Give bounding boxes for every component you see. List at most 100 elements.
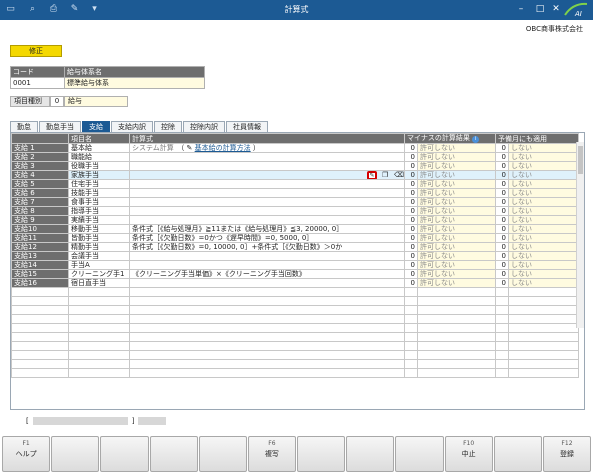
table-row[interactable]: 支給 9 実績手当 0 許可しない 0 しない [11, 215, 579, 225]
plan-value: しない [508, 161, 579, 171]
negative-code[interactable]: 0 [404, 233, 418, 243]
table-row[interactable]: 支給10 移動手当 条件式［《給与処理月》≧11または《給与処理月》≦3, 2000… [11, 224, 579, 234]
negative-code[interactable]: 0 [404, 206, 418, 216]
negative-code[interactable]: 0 [404, 179, 418, 189]
table-row[interactable]: 支給 1 基本給 システム計算 （ ✎ 基本給の計算方法 ） 0 許可しない 0 しない [11, 143, 579, 153]
item-type-code[interactable]: 0 [50, 96, 64, 107]
tab-attendance[interactable]: 勤怠 [10, 121, 38, 132]
plan-code[interactable]: 0 [495, 269, 509, 279]
pencil-icon[interactable]: ✎ [367, 171, 377, 179]
negative-code[interactable]: 0 [404, 269, 418, 279]
plan-code[interactable]: 0 [495, 143, 509, 153]
fkey-blank[interactable] [149, 436, 198, 472]
tab-payment[interactable]: 支給 [82, 121, 110, 132]
formula-cell[interactable] [129, 188, 405, 198]
formula-cell[interactable]: ✎ ❐ ⌫ [129, 170, 405, 180]
fkey-blank[interactable] [100, 436, 149, 472]
tab-deduction[interactable]: 控除 [154, 121, 182, 132]
minimize-icon[interactable]: – [513, 2, 529, 17]
negative-code[interactable]: 0 [404, 260, 418, 270]
fkey-f1[interactable]: F1 ヘルプ [2, 436, 51, 472]
plan-code[interactable]: 0 [495, 170, 509, 180]
tab-employee-info[interactable]: 社員情報 [226, 121, 268, 132]
vertical-scrollbar[interactable] [576, 142, 584, 328]
formula-cell[interactable]: 《クリーニング手当単価》×《クリーニング手当回数》 [129, 269, 405, 279]
fkey-blank[interactable] [297, 436, 346, 472]
negative-code[interactable]: 0 [404, 188, 418, 198]
fkey-blank[interactable] [198, 436, 247, 472]
maximize-icon[interactable]: □ [532, 2, 548, 17]
item-name: 食事手当 [68, 197, 130, 207]
info-icon[interactable]: i [471, 136, 479, 143]
formula-cell[interactable]: 条件式［《給与処理月》≧11または《給与処理月》≦3, 20000, 0］ [129, 224, 405, 234]
scroll-thumb[interactable] [578, 146, 583, 174]
negative-code[interactable]: 0 [404, 170, 418, 180]
formula-cell[interactable] [129, 251, 405, 261]
table-row[interactable]: 支給12 精勤手当 条件式［《欠勤日数》=0, 10000, 0］+条件式［《欠勤日… [11, 242, 579, 252]
table-row[interactable]: 支給 4 家族手当 ✎ ❐ ⌫ 0 許可しない 0 しない [11, 170, 579, 180]
formula-cell[interactable] [129, 260, 405, 270]
plan-code[interactable]: 0 [495, 161, 509, 171]
formula-cell[interactable] [129, 179, 405, 189]
plan-code[interactable]: 0 [495, 188, 509, 198]
formula-cell[interactable] [129, 215, 405, 225]
negative-code[interactable]: 0 [404, 224, 418, 234]
negative-code[interactable]: 0 [404, 143, 418, 153]
plan-code[interactable]: 0 [495, 242, 509, 252]
negative-code[interactable]: 0 [404, 161, 418, 171]
eraser-icon[interactable]: ⌫ [394, 172, 404, 179]
tab-payment-detail[interactable]: 支給内訳 [111, 121, 153, 132]
plan-value: しない [508, 224, 579, 234]
fkey-f6[interactable]: F6 複写 [247, 436, 297, 472]
table-row[interactable]: 支給15 クリーニング手1 《クリーニング手当単価》×《クリーニング手当回数》 0 許可… [11, 269, 579, 279]
fkey-f10[interactable]: F10 中止 [444, 436, 493, 472]
table-row[interactable]: 支給11 皆勤手当 条件式［《欠勤日数》=0かつ《遅早時間》=0, 5000, 0］… [11, 233, 579, 243]
negative-code[interactable]: 0 [404, 242, 418, 252]
table-row[interactable]: 支給 7 食事手当 0 許可しない 0 しない [11, 197, 579, 207]
plan-code[interactable]: 0 [495, 179, 509, 189]
table-row[interactable]: 支給 2 職能給 0 許可しない 0 しない [11, 152, 579, 162]
table-row[interactable]: 支給16 宿日直手当 0 許可しない 0 しない [11, 278, 579, 288]
formula-cell[interactable] [129, 161, 405, 171]
fkey-blank[interactable] [51, 436, 100, 472]
negative-code[interactable]: 0 [404, 152, 418, 162]
plan-code[interactable]: 0 [495, 215, 509, 225]
negative-code[interactable]: 0 [404, 278, 418, 288]
tab-attendance-allowance[interactable]: 勤怠手当 [39, 121, 81, 132]
plan-code[interactable]: 0 [495, 233, 509, 243]
table-row[interactable]: 支給13 会議手当 0 許可しない 0 しない [11, 251, 579, 261]
formula-cell[interactable] [129, 152, 405, 162]
formula-cell[interactable]: システム計算 （ ✎ 基本給の計算方法 ） [129, 143, 405, 153]
plan-code[interactable]: 0 [495, 152, 509, 162]
code-header: コード [10, 66, 65, 78]
formula-cell[interactable] [129, 197, 405, 207]
negative-code[interactable]: 0 [404, 251, 418, 261]
close-icon[interactable]: ✕ [548, 2, 564, 17]
tab-deduction-detail[interactable]: 控除内訳 [183, 121, 225, 132]
formula-cell[interactable] [129, 278, 405, 288]
formula-cell[interactable] [129, 206, 405, 216]
negative-code[interactable]: 0 [404, 215, 418, 225]
edit-note-icon[interactable]: ✎ [187, 145, 193, 152]
table-row[interactable]: 支給 8 指導手当 0 許可しない 0 しない [11, 206, 579, 216]
plan-code[interactable]: 0 [495, 224, 509, 234]
plan-code[interactable]: 0 [495, 197, 509, 207]
fkey-blank[interactable] [346, 436, 395, 472]
table-row[interactable]: 支給 3 役職手当 0 許可しない 0 しない [11, 161, 579, 171]
formula-cell[interactable]: 条件式［《欠勤日数》=0かつ《遅早時間》=0, 5000, 0］ [129, 233, 405, 243]
fkey-f12[interactable]: F12 登録 [542, 436, 592, 472]
table-row[interactable]: 支給14 手当A 0 許可しない 0 しない [11, 260, 579, 270]
formula-cell[interactable]: 条件式［《欠勤日数》=0, 10000, 0］+条件式［《欠勤日数》＞0か [129, 242, 405, 252]
table-row[interactable]: 支給 5 住宅手当 0 許可しない 0 しない [11, 179, 579, 189]
fkey-blank[interactable] [395, 436, 444, 472]
copy-icon[interactable]: ❐ [382, 172, 388, 179]
fkey-blank[interactable] [493, 436, 542, 472]
negative-code[interactable]: 0 [404, 197, 418, 207]
plan-code[interactable]: 0 [495, 251, 509, 261]
plan-code[interactable]: 0 [495, 206, 509, 216]
plan-code[interactable]: 0 [495, 278, 509, 288]
formula-link[interactable]: 基本給の計算方法 [195, 145, 251, 152]
table-row[interactable]: 支給 6 技能手当 0 許可しない 0 しない [11, 188, 579, 198]
plan-code[interactable]: 0 [495, 260, 509, 270]
company-name: OBC商事株式会社 [525, 25, 583, 33]
